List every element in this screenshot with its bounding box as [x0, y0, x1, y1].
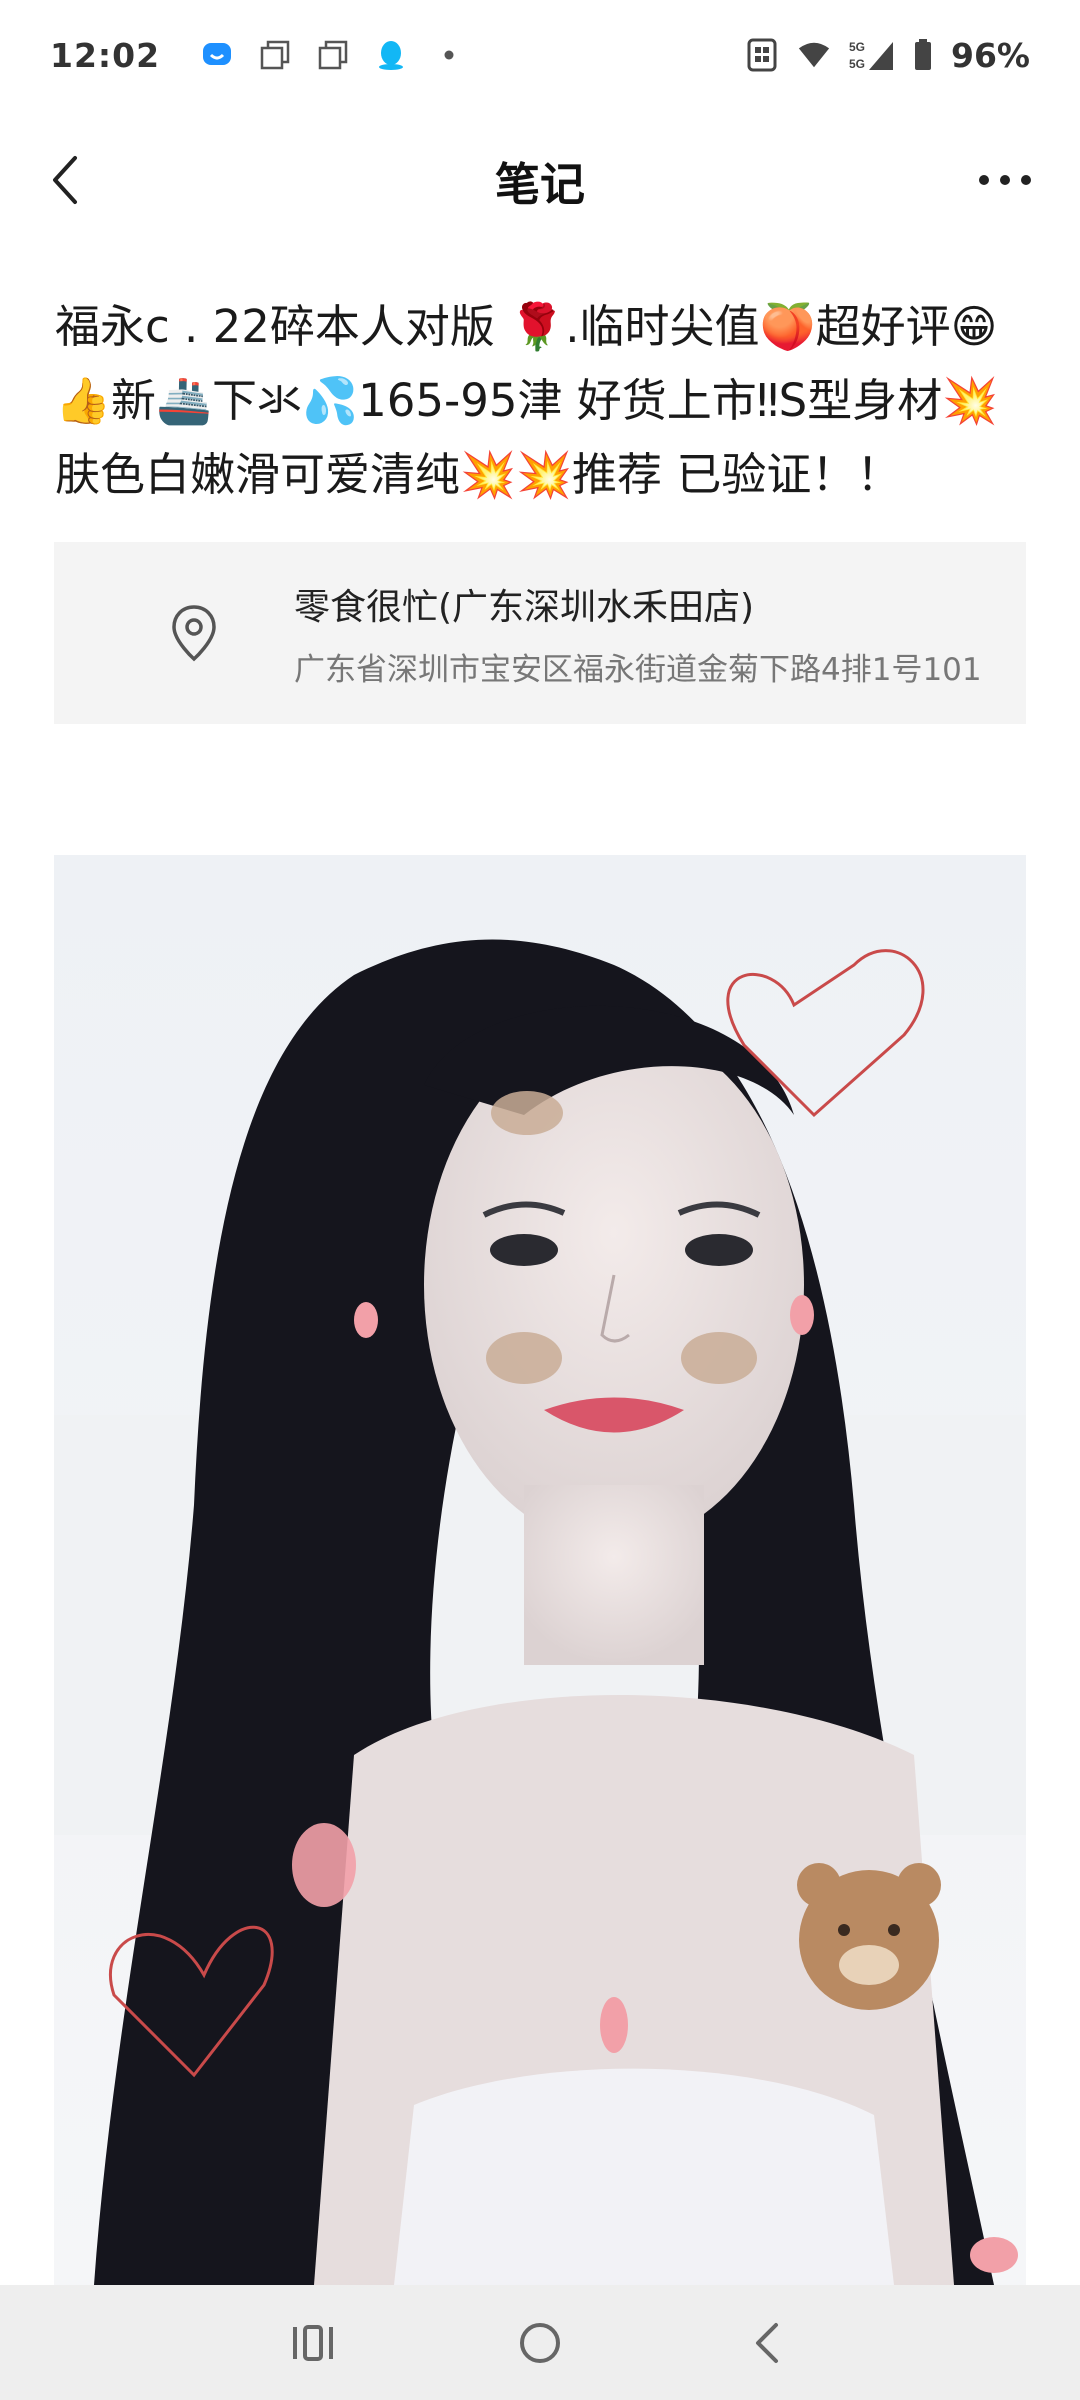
chat-app-icon: [200, 38, 234, 72]
notification-icons: [200, 38, 466, 72]
location-pin-icon: [149, 588, 239, 678]
more-dots-icon: [979, 175, 1031, 185]
nav-back-icon: [755, 2322, 778, 2363]
location-card[interactable]: 零食很忙(广东深圳水禾田店) 广东省深圳市宝安区福永街道金菊下路4排1号101: [54, 542, 1026, 724]
nfc-icon: [745, 38, 779, 72]
location-name: 零食很忙(广东深圳水禾田店): [294, 586, 755, 628]
back-arrow-icon: [53, 156, 77, 204]
top-bar: 笔记: [0, 110, 1080, 250]
system-nav-bar: [0, 2285, 1080, 2400]
note-body-text: 福永c . 22碎本人对版 🌹.临时尖值🍑超好评😁👍新🚢下氺💦165-95津 好…: [55, 300, 999, 501]
back-button[interactable]: [30, 145, 100, 215]
nav-back-button[interactable]: [727, 2303, 807, 2383]
home-button[interactable]: [500, 2303, 580, 2383]
status-right: 5G 5G 96%: [745, 36, 1030, 75]
more-button[interactable]: [970, 145, 1040, 215]
signal-label-top: 5G: [849, 40, 865, 54]
recent-apps-button[interactable]: [273, 2303, 353, 2383]
wifi-icon: [797, 38, 831, 72]
copy-icon: [258, 38, 292, 72]
battery-percentage: 96%: [951, 35, 1030, 75]
signal-icon: 5G 5G: [849, 38, 895, 72]
battery-icon: [913, 38, 933, 72]
status-bar: 12:02 5G 5G 96%: [0, 0, 1080, 110]
status-time: 12:02: [50, 35, 161, 75]
note-photo[interactable]: [54, 855, 1026, 2285]
location-address: 广东省深圳市宝安区福永街道金菊下路4排1号101: [294, 651, 982, 688]
portrait-image: [54, 855, 1026, 2285]
signal-label-bottom: 5G: [849, 57, 865, 71]
qq-penguin-icon: [374, 38, 408, 72]
page-title: 笔记: [494, 157, 585, 211]
copy-icon-2: [316, 38, 350, 72]
location-texts: 零食很忙(广东深圳水禾田店) 广东省深圳市宝安区福永街道金菊下路4排1号101: [294, 578, 982, 689]
recent-apps-icon: [293, 2324, 334, 2361]
home-icon: [519, 2322, 560, 2363]
dot-icon: [432, 38, 466, 72]
